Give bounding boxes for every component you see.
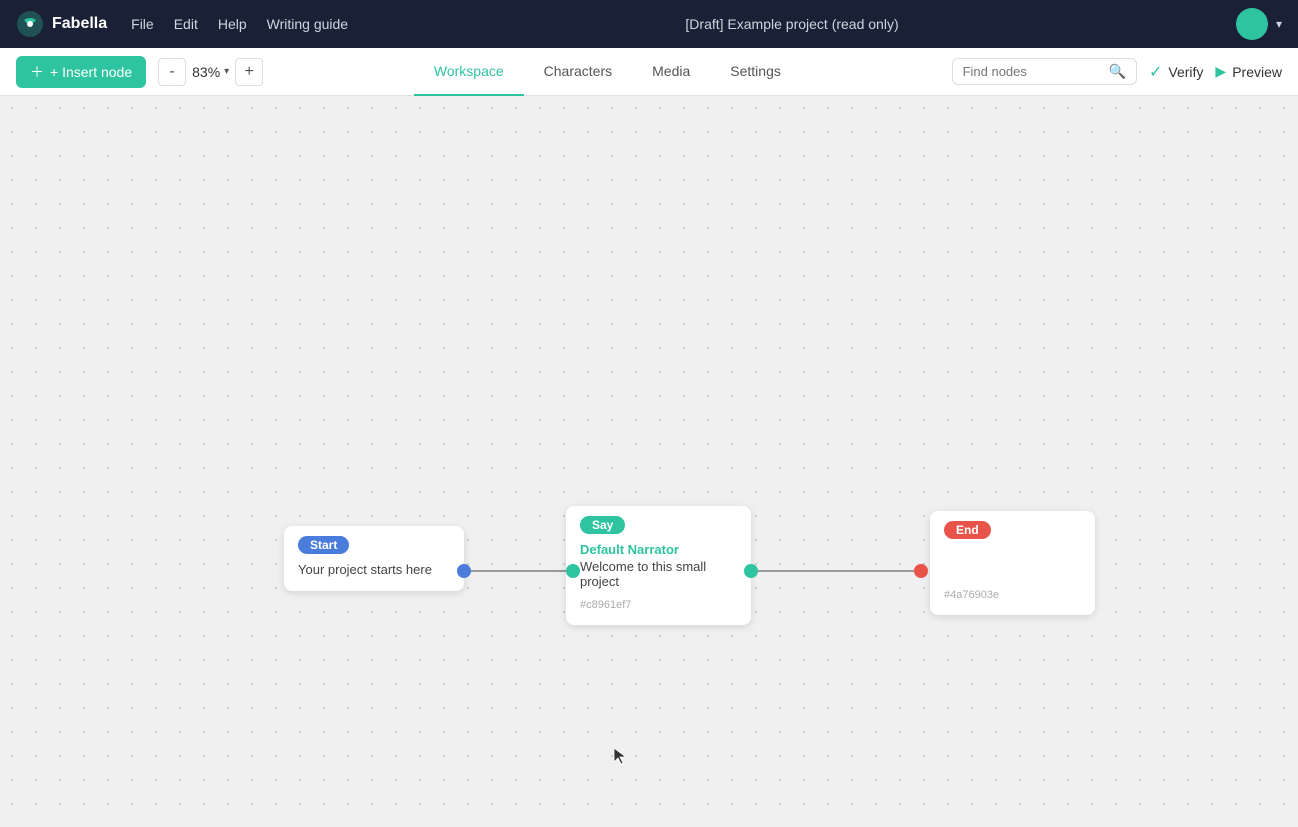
end-node[interactable]: End #4a76903e (930, 511, 1095, 615)
narrator-text: Welcome to this small project (580, 559, 737, 589)
start-node[interactable]: Start Your project starts here (284, 526, 464, 591)
preview-label: Preview (1232, 64, 1282, 80)
project-title: [Draft] Example project (read only) (372, 16, 1212, 32)
avatar[interactable] (1236, 8, 1268, 40)
say-badge: Say (580, 516, 625, 534)
search-icon: 🔍 (1109, 63, 1126, 80)
preview-button[interactable]: ▶ Preview (1215, 63, 1282, 80)
say-node-id: #c8961ef7 (580, 599, 737, 611)
start-output-dot (457, 564, 471, 578)
nav-edit[interactable]: Edit (174, 16, 198, 32)
say-node[interactable]: Say Default Narrator Welcome to this sma… (566, 506, 751, 625)
navbar: Fabella File Edit Help Writing guide [Dr… (0, 0, 1298, 48)
verify-check-icon: ✓ (1149, 62, 1162, 82)
end-input-dot (914, 564, 928, 578)
zoom-minus-button[interactable]: - (158, 58, 186, 86)
nav-links: File Edit Help Writing guide (131, 16, 348, 32)
search-input[interactable] (963, 64, 1103, 79)
start-badge: Start (298, 536, 349, 554)
end-badge: End (944, 521, 991, 539)
verify-button[interactable]: ✓ Verify (1149, 62, 1203, 82)
zoom-percent: 83% (192, 64, 220, 80)
preview-play-icon: ▶ (1215, 63, 1226, 80)
say-output-dot (744, 564, 758, 578)
toolbar-right: 🔍 ✓ Verify ▶ Preview (952, 58, 1282, 85)
zoom-value-display[interactable]: 83% ▾ (192, 64, 229, 80)
end-node-id: #4a76903e (944, 589, 1081, 601)
toolbar: ＋ + Insert node - 83% ▾ + Workspace Char… (0, 48, 1298, 96)
nav-help[interactable]: Help (218, 16, 247, 32)
verify-label: Verify (1168, 64, 1203, 80)
insert-node-button[interactable]: ＋ + Insert node (16, 56, 146, 88)
app-name: Fabella (52, 15, 107, 33)
narrator-name: Default Narrator (580, 542, 737, 557)
logo-icon (16, 10, 44, 38)
user-area: ▾ (1236, 8, 1282, 40)
say-input-dot (566, 564, 580, 578)
search-box[interactable]: 🔍 (952, 58, 1137, 85)
chevron-down-icon[interactable]: ▾ (1276, 17, 1282, 31)
logo-area[interactable]: Fabella (16, 10, 107, 38)
connector-lines (0, 96, 1298, 827)
insert-node-label: + Insert node (50, 64, 132, 80)
tab-characters[interactable]: Characters (524, 48, 632, 96)
nav-writing-guide[interactable]: Writing guide (267, 16, 348, 32)
canvas[interactable]: Start Your project starts here Say Defau… (0, 96, 1298, 827)
cursor-icon (612, 746, 628, 766)
zoom-caret-icon: ▾ (224, 66, 229, 77)
zoom-controls: - 83% ▾ + (158, 58, 263, 86)
tab-workspace[interactable]: Workspace (414, 48, 524, 96)
nav-file[interactable]: File (131, 16, 154, 32)
insert-node-icon: ＋ (30, 62, 44, 82)
tab-media[interactable]: Media (632, 48, 710, 96)
zoom-plus-button[interactable]: + (235, 58, 263, 86)
tabs: Workspace Characters Media Settings (275, 48, 939, 96)
start-text: Your project starts here (298, 562, 450, 577)
tab-settings[interactable]: Settings (710, 48, 801, 96)
